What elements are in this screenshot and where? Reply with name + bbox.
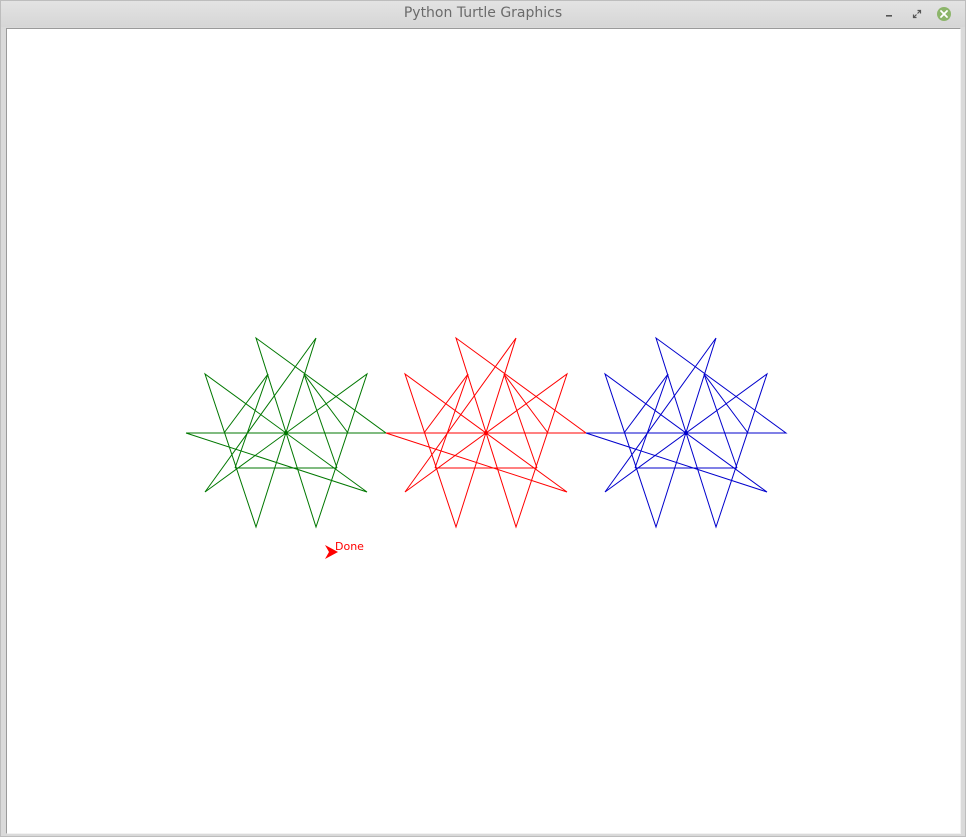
turtle-canvas[interactable]: Done (6, 28, 961, 834)
star-chord (423, 373, 469, 434)
done-label: Done (335, 540, 364, 553)
star-chord (223, 373, 269, 434)
star-chord (303, 373, 338, 469)
star-chord (503, 373, 549, 434)
star-chord (703, 373, 738, 469)
star-center-dot (684, 431, 688, 435)
star-chord (503, 373, 538, 469)
red-star-figure (385, 336, 588, 529)
star-center-dot (484, 431, 488, 435)
window-title: Python Turtle Graphics (403, 5, 563, 21)
minimize-icon (886, 15, 892, 17)
maximize-button[interactable] (909, 6, 925, 22)
blue-star-figure (585, 336, 788, 529)
minimize-button[interactable] (881, 6, 897, 22)
star-center-dot (284, 431, 288, 435)
star-chord (303, 373, 349, 434)
star-chord (703, 373, 749, 434)
title-bar[interactable]: Python Turtle Graphics (1, 1, 965, 27)
close-icon (937, 7, 951, 21)
green-star-figure (185, 336, 388, 529)
maximize-icon (912, 9, 922, 19)
drawing-surface: Done (185, 336, 788, 559)
star-chord (623, 373, 669, 434)
turtle-window: Python Turtle Graphics Done (0, 0, 966, 837)
close-button[interactable] (936, 6, 952, 22)
